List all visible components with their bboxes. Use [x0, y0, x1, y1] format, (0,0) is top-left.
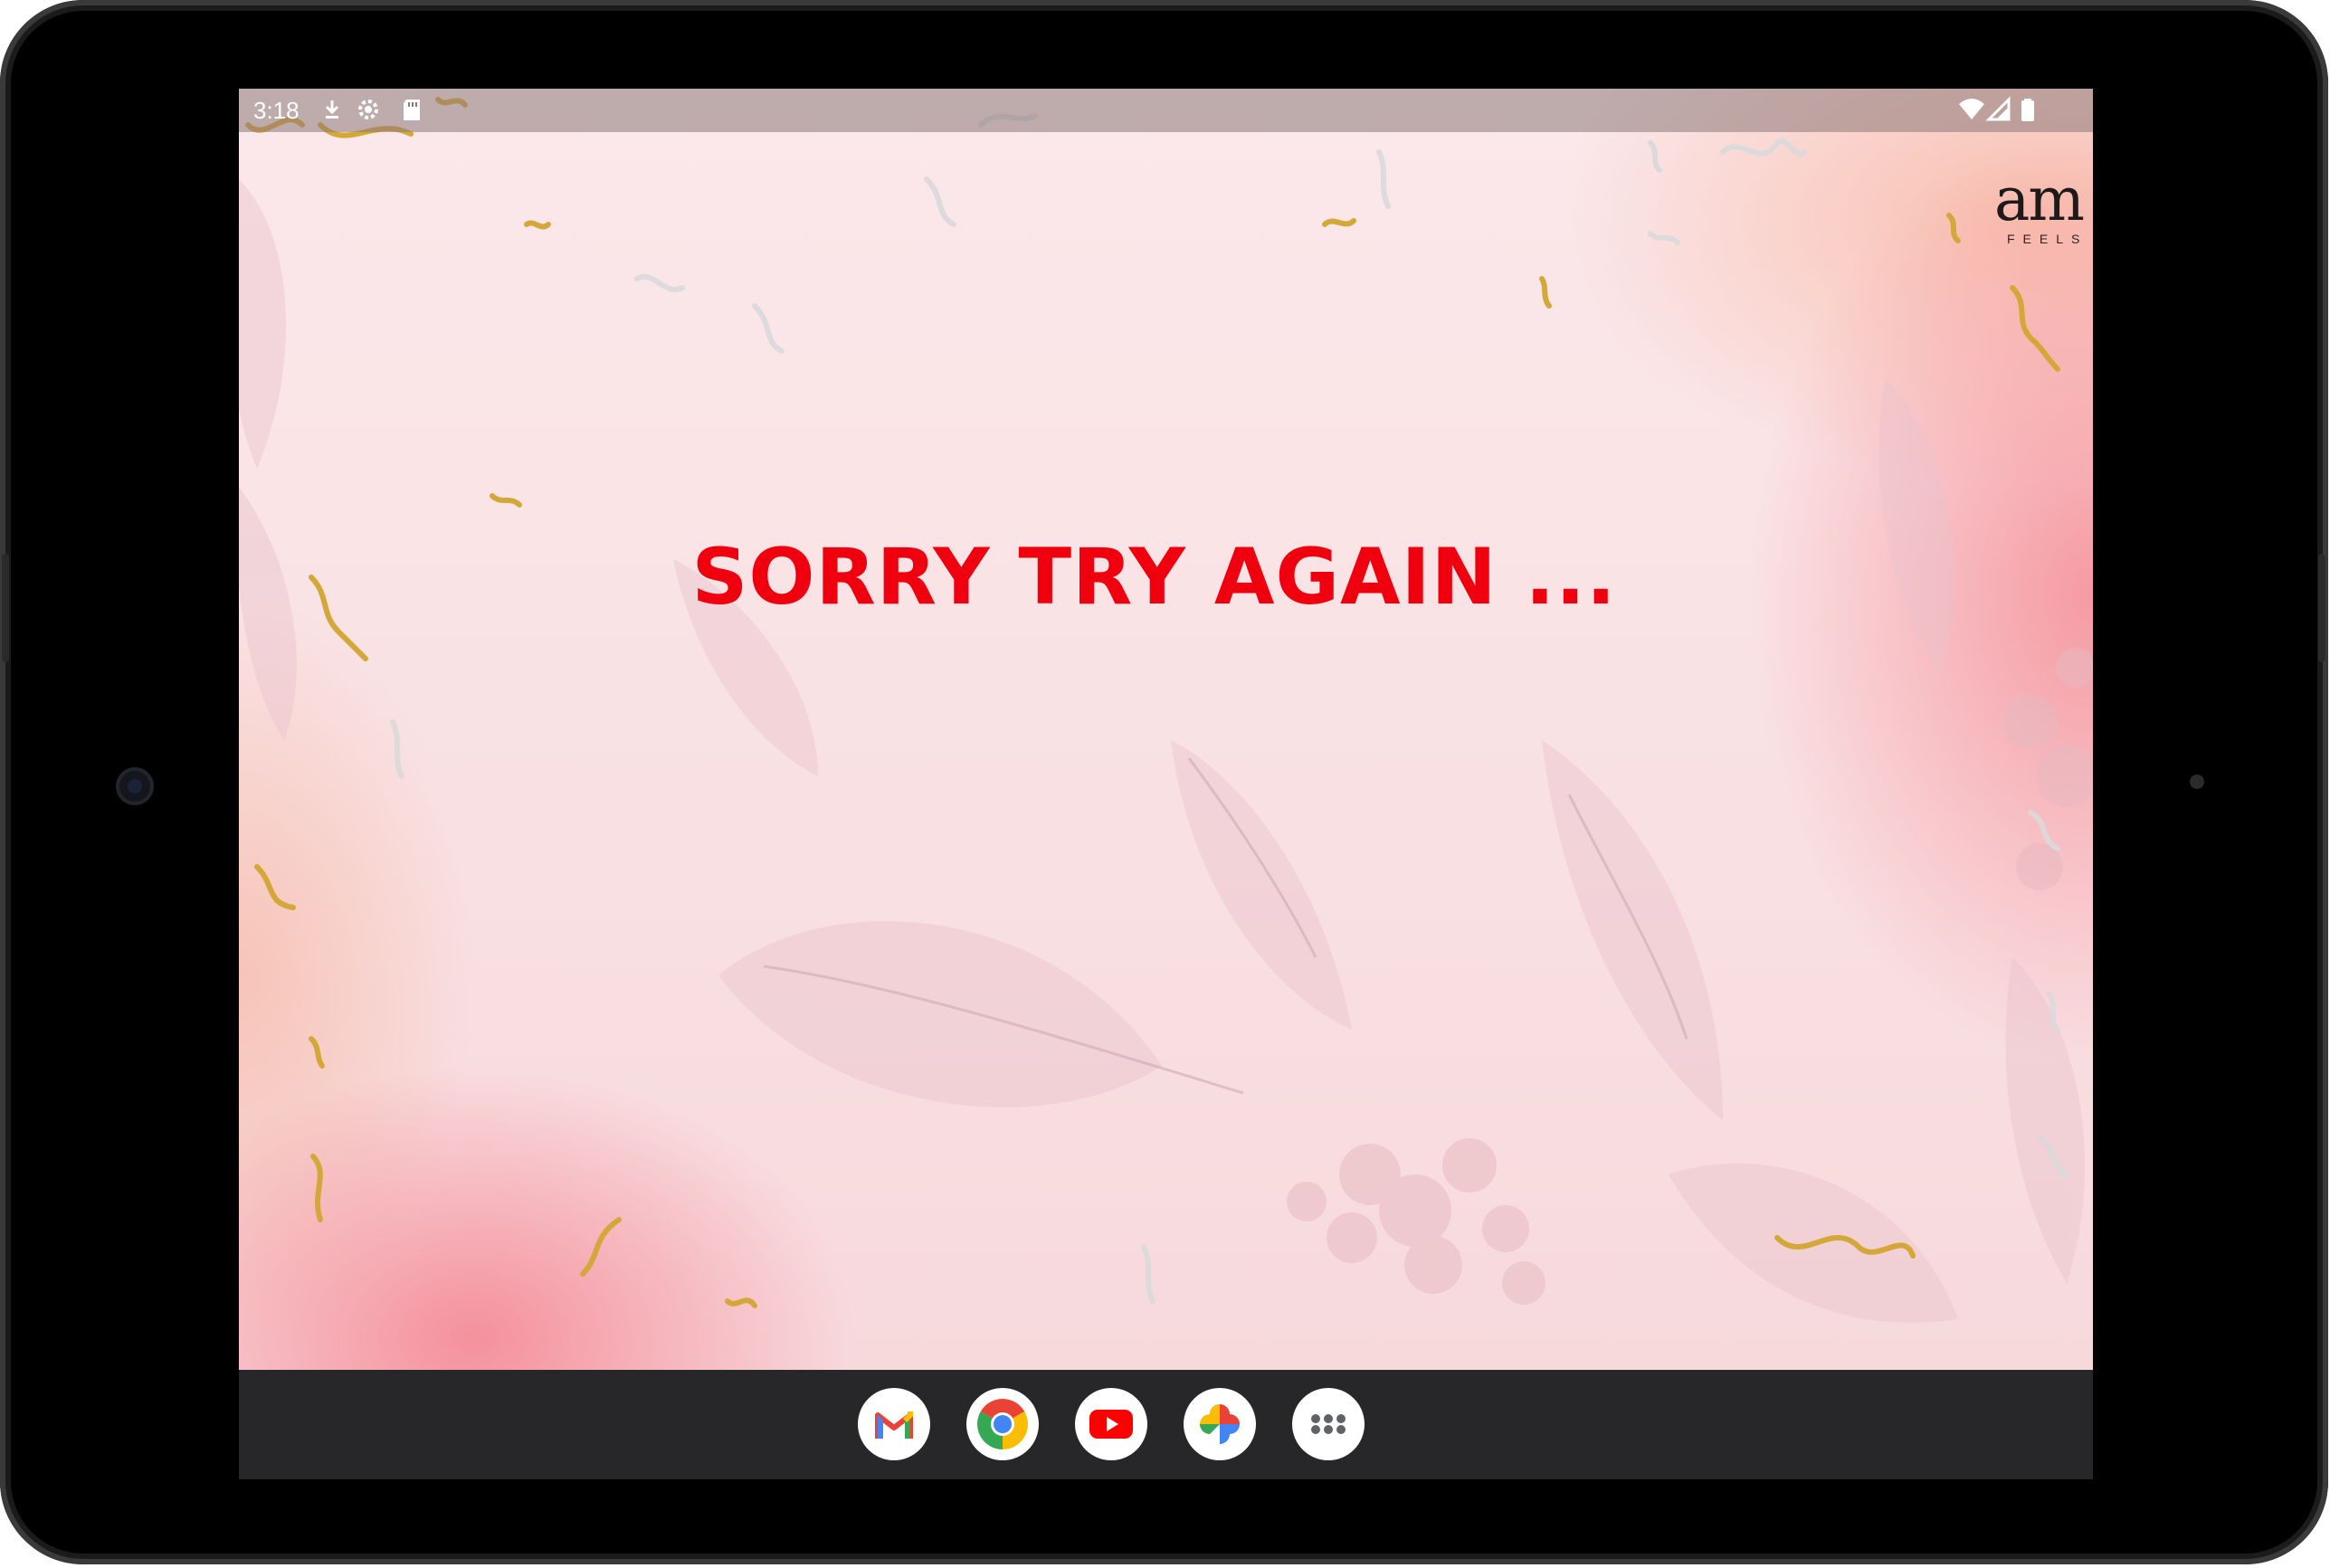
front-camera — [116, 767, 154, 805]
result-message: SORRY TRY AGAIN ... — [239, 532, 2093, 622]
left-side-button — [2, 554, 9, 662]
app-drawer-icon[interactable] — [1292, 1388, 1365, 1460]
status-time: 3:18 — [253, 97, 300, 124]
signal-icon — [1985, 96, 2011, 121]
gmail-icon[interactable] — [858, 1388, 930, 1460]
settings-icon — [358, 100, 378, 119]
sd-card-icon — [404, 100, 420, 120]
ambient-sensor — [2190, 774, 2204, 789]
brand-logo-subtext: FEELS — [2007, 232, 2088, 246]
brand-logo-text: am — [1994, 165, 2085, 234]
youtube-icon[interactable] — [1075, 1388, 1147, 1460]
wifi-icon — [1959, 99, 1984, 119]
download-icon — [325, 100, 339, 119]
screen: 3:18 am FEELS SORRY TRY AGAIN ... — [239, 89, 2093, 1479]
taskbar — [239, 1370, 2093, 1479]
celebration-wallpaper — [239, 89, 2093, 1370]
chrome-icon[interactable] — [966, 1388, 1039, 1460]
result-message-text: SORRY TRY AGAIN ... — [691, 532, 1617, 622]
status-bar: 3:18 — [239, 89, 2093, 132]
photos-icon[interactable] — [1184, 1388, 1256, 1460]
battery-icon — [2021, 99, 2034, 121]
volume-button — [2318, 554, 2325, 662]
tablet-frame: 3:18 am FEELS SORRY TRY AGAIN ... — [0, 0, 2328, 1564]
decorative-leaves-and-confetti — [239, 97, 2093, 1323]
brand-logo: am FEELS — [1994, 168, 2093, 250]
